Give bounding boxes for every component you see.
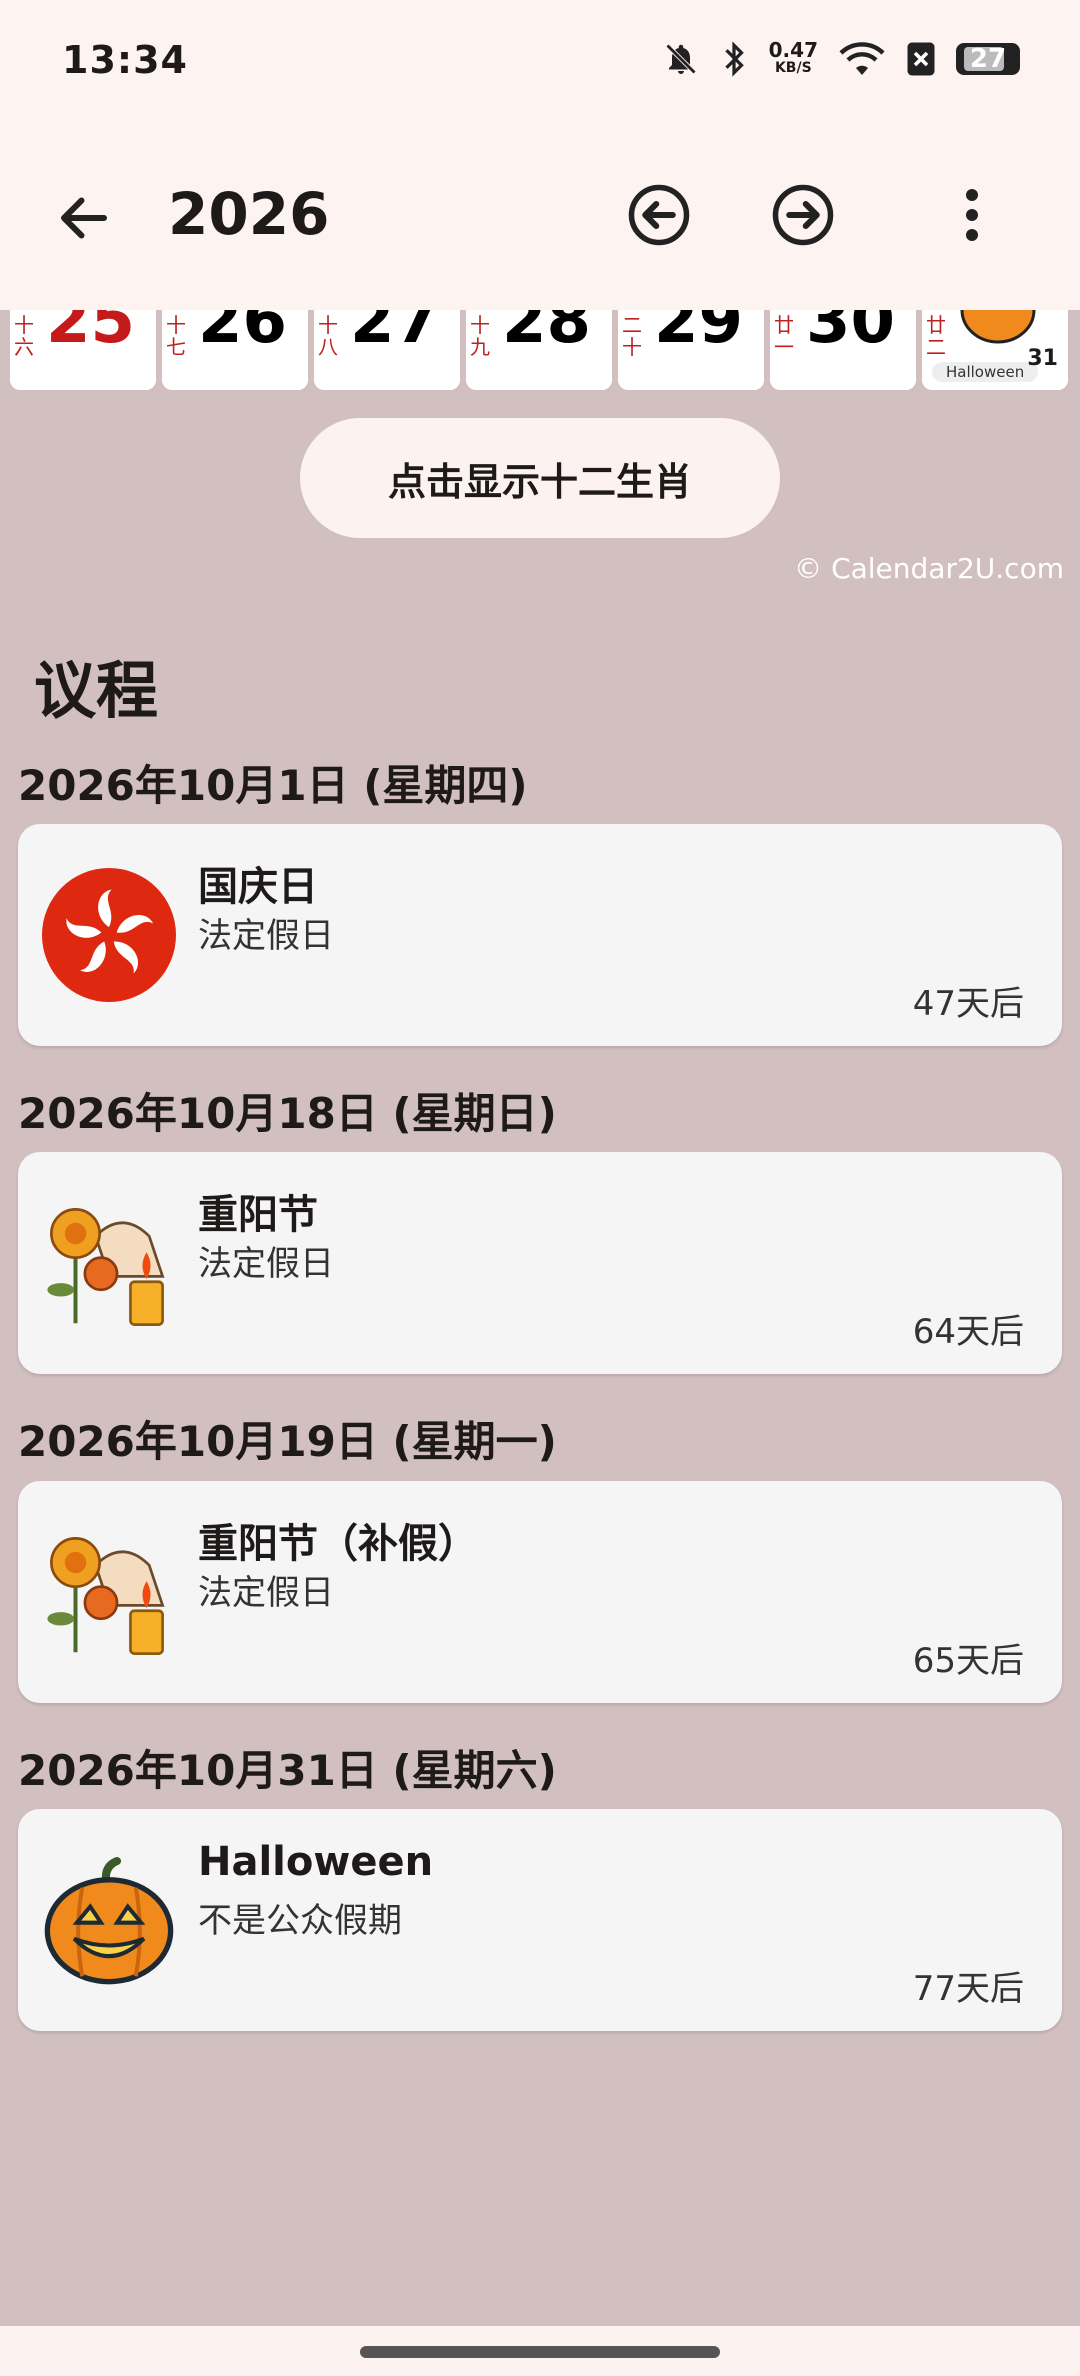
back-arrow-icon[interactable] xyxy=(54,188,114,248)
lunar-date: 二十 xyxy=(622,313,642,359)
event-countdown: 77天后 xyxy=(912,1969,1024,2009)
event-type: 法定假日 xyxy=(198,1573,334,1613)
pumpkin-icon xyxy=(960,310,1036,344)
event-card[interactable]: Halloween 不是公众假期 77天后 xyxy=(18,1809,1062,2031)
event-name: 重阳节 xyxy=(198,1192,318,1238)
chrysanthemum-candle-icon xyxy=(47,1208,165,1326)
status-bar: 13:34 0.47 KB/S 27 xyxy=(0,0,1080,130)
event-countdown: 65天后 xyxy=(912,1641,1024,1681)
event-date-header: 2026年10月1日 (星期四) xyxy=(18,761,528,810)
day-number: 25 xyxy=(46,310,136,358)
day-number: 31 xyxy=(1027,346,1058,371)
event-name: 重阳节（补假） xyxy=(198,1521,478,1567)
lunar-date: 十八 xyxy=(318,313,338,359)
battery-level: 27 xyxy=(969,44,1007,74)
event-countdown: 47天后 xyxy=(912,984,1024,1024)
day-number: 29 xyxy=(654,310,744,358)
network-speed-unit: KB/S xyxy=(774,60,812,76)
event-type: 法定假日 xyxy=(198,916,334,956)
status-icons: 0.47 KB/S 27 xyxy=(663,40,1020,78)
calendar-day[interactable]: 十六 25 xyxy=(10,310,156,390)
calendar-week-strip: 十六 25 十七 26 十八 27 十九 28 二十 29 廿一 30 廿二 H… xyxy=(0,310,1080,392)
lunar-date: 十六 xyxy=(14,313,34,359)
next-month-icon[interactable] xyxy=(770,182,836,248)
calendar-day[interactable]: 廿一 30 xyxy=(770,310,916,390)
calendar-day[interactable]: 十九 28 xyxy=(466,310,612,390)
lunar-date: 十七 xyxy=(166,313,186,359)
event-countdown: 64天后 xyxy=(912,1312,1024,1352)
network-speed-value: 0.47 xyxy=(768,38,818,62)
copyright-link[interactable]: © Calendar2U.com xyxy=(794,552,1064,585)
day-number: 30 xyxy=(806,310,896,358)
calendar-day[interactable]: 十八 27 xyxy=(314,310,460,390)
gesture-navigation-bar xyxy=(0,2326,1080,2376)
event-card[interactable]: 重阳节 法定假日 64天后 xyxy=(18,1152,1062,1374)
event-date-header: 2026年10月18日 (星期日) xyxy=(18,1089,557,1138)
status-time: 13:34 xyxy=(62,38,188,82)
lunar-date: 廿二 xyxy=(926,313,946,359)
network-speed: 0.47 KB/S xyxy=(768,38,818,77)
more-options-icon[interactable] xyxy=(942,182,1002,248)
event-type: 不是公众假期 xyxy=(198,1901,402,1941)
agenda-title: 议程 xyxy=(34,654,159,727)
bluetooth-icon xyxy=(724,41,744,77)
bell-off-icon xyxy=(665,43,696,75)
jack-o-lantern-icon xyxy=(44,1857,174,1985)
wifi-icon xyxy=(839,42,885,75)
hong-kong-flag-icon xyxy=(42,868,176,1002)
event-date-header: 2026年10月31日 (星期六) xyxy=(18,1746,557,1795)
event-name: 国庆日 xyxy=(198,864,318,910)
calendar-day[interactable]: 廿二 Halloween 31 xyxy=(922,310,1068,390)
event-name: Halloween xyxy=(198,1839,434,1885)
lunar-date: 廿一 xyxy=(774,313,794,359)
event-card[interactable]: 国庆日 法定假日 47天后 xyxy=(18,824,1062,1046)
chrysanthemum-candle-icon xyxy=(47,1537,165,1655)
event-type: 法定假日 xyxy=(198,1244,334,1284)
app-bar: 2026 xyxy=(0,130,1080,310)
event-card[interactable]: 重阳节（补假） 法定假日 65天后 xyxy=(18,1481,1062,1703)
home-indicator[interactable] xyxy=(360,2346,720,2358)
lunar-date: 十九 xyxy=(470,313,490,359)
day-number: 26 xyxy=(198,310,288,358)
sim-disabled-icon xyxy=(907,42,935,76)
battery-icon: 27 xyxy=(956,43,1020,75)
show-zodiac-button[interactable]: 点击显示十二生肖 xyxy=(300,418,780,538)
previous-month-icon[interactable] xyxy=(626,182,692,248)
halloween-chip: Halloween xyxy=(932,362,1039,382)
day-number: 28 xyxy=(502,310,592,358)
day-number: 27 xyxy=(350,310,440,358)
event-date-header: 2026年10月19日 (星期一) xyxy=(18,1417,557,1466)
page-title: 2026 xyxy=(168,180,330,248)
calendar-day[interactable]: 十七 26 xyxy=(162,310,308,390)
calendar-day[interactable]: 二十 29 xyxy=(618,310,764,390)
